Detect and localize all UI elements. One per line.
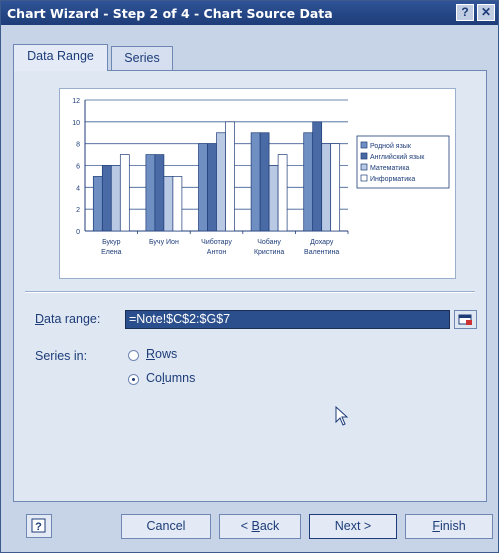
chart-bar [101, 165, 112, 232]
chart-bar [216, 132, 226, 232]
legend-label: Английский язык [370, 153, 425, 161]
x-tick-label: Букур [102, 239, 121, 246]
series-in-label: Series in: [35, 349, 88, 363]
help-icon: ? [31, 518, 46, 533]
x-tick-label: Чобану [257, 238, 281, 246]
chart-wizard-dialog: Chart Wizard - Step 2 of 4 - Chart Sourc… [0, 0, 499, 553]
chart-bar [207, 143, 217, 232]
y-tick-label: 2 [76, 207, 80, 214]
y-tick-label: 4 [76, 185, 80, 192]
tab-data-range[interactable]: Data Range [13, 44, 108, 71]
chart-bar [92, 176, 103, 232]
chart-preview-svg: 0 2 4 6 8 10 12 Букур Елена Бучу Ион Чиботару Антон… [72, 98, 450, 256]
divider-top [25, 291, 475, 293]
y-tick-label: 12 [72, 98, 80, 105]
chart-bar [312, 121, 323, 232]
title-bar[interactable]: Chart Wizard - Step 2 of 4 - Chart Sourc… [1, 1, 498, 25]
chart-bar [110, 165, 121, 232]
data-range-label-rest: ata range: [44, 312, 101, 326]
next-button[interactable]: Next > [309, 514, 397, 539]
legend-swatch [360, 152, 368, 160]
legend-label: Математика [370, 165, 410, 172]
data-range-label: Data range: [35, 312, 101, 326]
legend-label: Информатика [370, 176, 415, 183]
collapse-dialog-button[interactable] [454, 310, 477, 329]
chart-bar [268, 165, 279, 232]
finish-button[interactable]: Finish [405, 514, 493, 539]
mouse-pointer-icon [335, 406, 349, 426]
columns-radio-label[interactable]: Columns [146, 371, 195, 385]
x-tick-label: Антон [207, 249, 227, 256]
chart-bar [330, 143, 341, 232]
dialog-title: Chart Wizard - Step 2 of 4 - Chart Sourc… [7, 6, 333, 21]
chart-bar [303, 132, 314, 232]
help-button[interactable]: ? [26, 514, 52, 538]
x-tick-label: Чиботару [201, 238, 232, 246]
legend-swatch [360, 174, 368, 182]
rows-radio-label[interactable]: Rows [146, 347, 177, 361]
chart-preview: 0 2 4 6 8 10 12 Букур Елена Бучу Ион Чиботару Антон… [59, 88, 456, 279]
y-tick-label: 8 [76, 142, 80, 149]
svg-text:?: ? [35, 521, 42, 533]
data-range-input[interactable]: =Note!$C$2:$G$7 [125, 310, 450, 329]
x-tick-label: Бучу Ион [149, 239, 179, 246]
chart-bar [145, 154, 156, 232]
x-tick-label: Валентина [304, 249, 339, 256]
back-button[interactable]: < Back [219, 514, 301, 539]
legend-swatch [360, 163, 368, 171]
y-tick-label: 0 [76, 229, 80, 236]
title-help-button[interactable]: ? [456, 4, 474, 21]
x-tick-label: Елена [101, 249, 122, 256]
chart-bar [225, 121, 235, 232]
chart-bar [198, 143, 208, 232]
x-tick-label: Дохару [310, 239, 334, 246]
legend-swatch [360, 141, 368, 149]
chart-bar [163, 176, 174, 232]
chart-bar [259, 132, 270, 232]
columns-radio[interactable] [128, 374, 139, 385]
chart-bar [172, 176, 183, 232]
chart-bar [154, 154, 165, 232]
tab-series[interactable]: Series [111, 46, 173, 70]
legend-label: Родной язык [370, 142, 412, 150]
chart-bar [277, 154, 288, 232]
collapse-dialog-icon [458, 314, 472, 325]
y-tick-label: 6 [76, 164, 80, 171]
chart-bar [321, 143, 332, 232]
x-tick-label: Кристина [254, 249, 284, 256]
cancel-button[interactable]: Cancel [121, 514, 211, 539]
rows-radio[interactable] [128, 350, 139, 361]
chart-bar [119, 154, 130, 232]
chart-bar [250, 132, 261, 232]
title-close-button[interactable]: ✕ [477, 4, 495, 21]
y-tick-label: 10 [72, 120, 80, 127]
